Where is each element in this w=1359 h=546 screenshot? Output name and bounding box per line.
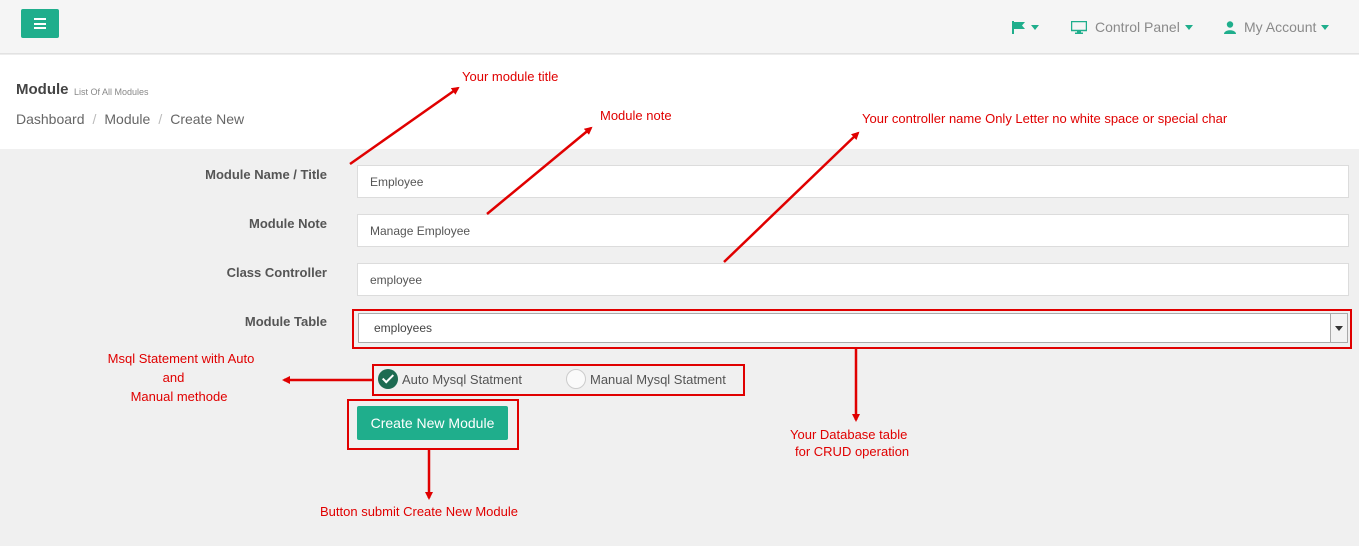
annotation-msql-1: Msql Statement with Auto: [107, 351, 255, 366]
annotation-db-table-1: Your Database table: [790, 427, 908, 442]
annotation-db-table-2: for CRUD operation: [795, 444, 910, 459]
my-account-dropdown[interactable]: My Account: [1224, 0, 1330, 54]
breadcrumb-dashboard[interactable]: Dashboard: [16, 111, 85, 127]
control-panel-label: Control Panel: [1095, 19, 1180, 35]
flag-icon: [1012, 20, 1025, 34]
monitor-icon: [1071, 20, 1087, 34]
breadcrumb: Dashboard / Module / Create New: [16, 111, 244, 127]
breadcrumb-module[interactable]: Module: [104, 111, 150, 127]
page-title: Module: [16, 81, 69, 98]
control-panel-dropdown[interactable]: Control Panel: [1071, 0, 1193, 54]
annotation-msql-2: and: [162, 370, 185, 385]
user-icon: [1224, 20, 1236, 34]
module-table-label: Module Table: [244, 314, 327, 329]
class-controller-input[interactable]: [357, 263, 1349, 296]
module-note-input[interactable]: [357, 214, 1349, 247]
highlight-box-button: [347, 399, 519, 450]
chevron-down-icon: [1184, 24, 1193, 30]
highlight-box-table: [352, 309, 1352, 349]
menu-toggle-button[interactable]: [21, 9, 59, 38]
breadcrumb-separator: /: [158, 111, 163, 127]
breadcrumb-create-new: Create New: [170, 111, 245, 127]
module-name-label: Module Name / Title: [205, 167, 327, 182]
annotation-msql-3: Manual methode: [130, 389, 228, 404]
annotation-button-submit: Button submit Create New Module: [320, 504, 518, 519]
chevron-down-icon: [1031, 24, 1039, 30]
breadcrumb-separator: /: [92, 111, 97, 127]
top-navbar: Control Panel My Account: [0, 0, 1359, 54]
annotation-controller-name: Your controller name Only Letter no whit…: [862, 111, 1228, 126]
module-name-input[interactable]: [357, 165, 1349, 198]
my-account-label: My Account: [1244, 19, 1317, 35]
highlight-box-radios: [372, 364, 745, 396]
page-subtitle: List Of All Modules: [74, 87, 149, 97]
module-note-label: Module Note: [249, 216, 327, 231]
annotation-module-note: Module note: [600, 108, 672, 123]
class-controller-label: Class Controller: [226, 265, 327, 280]
bars-icon: [34, 18, 46, 29]
flag-dropdown[interactable]: [1012, 0, 1039, 54]
page-header: Module List Of All Modules Dashboard / Mod…: [0, 55, 1359, 149]
chevron-down-icon: [1321, 24, 1330, 30]
annotation-module-title: Your module title: [462, 69, 559, 84]
